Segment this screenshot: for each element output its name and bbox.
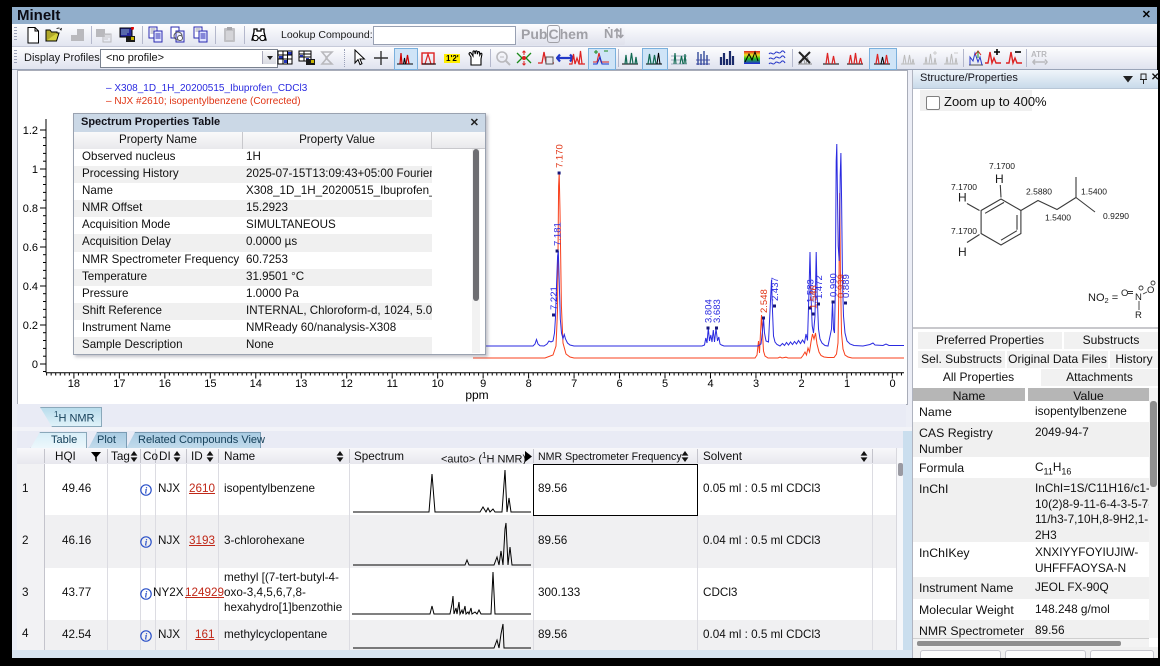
svg-text:0.4: 0.4: [23, 281, 38, 293]
svg-text:3.683: 3.683: [712, 299, 723, 323]
svg-text:1.5400: 1.5400: [1081, 187, 1107, 197]
svg-text:7.1700: 7.1700: [951, 226, 977, 236]
svg-text:0: 0: [32, 359, 38, 371]
svg-text:18: 18: [68, 378, 80, 390]
svg-text:12: 12: [341, 378, 353, 390]
svg-text:2.437: 2.437: [770, 277, 781, 301]
svg-text:1: 1: [32, 164, 38, 176]
svg-text:16: 16: [159, 378, 171, 390]
svg-text:0.889: 0.889: [841, 274, 852, 298]
svg-text:O: O: [1147, 285, 1154, 296]
svg-text:0.6: 0.6: [23, 242, 38, 254]
svg-text:4: 4: [708, 378, 714, 390]
svg-text:10: 10: [432, 378, 444, 390]
svg-text:0: 0: [889, 378, 895, 390]
svg-text:8: 8: [526, 378, 532, 390]
svg-text:– NJX #2610; isopentylbenzene: – NJX #2610; isopentylbenzene (Corrected…: [106, 96, 301, 107]
svg-text:3: 3: [753, 378, 759, 390]
svg-text:7.221: 7.221: [549, 286, 560, 310]
svg-text:0.9290: 0.9290: [1103, 211, 1129, 221]
svg-text:6: 6: [617, 378, 623, 390]
svg-text:O: O: [1121, 288, 1128, 299]
svg-text:1: 1: [844, 378, 850, 390]
svg-text:7.1700: 7.1700: [989, 161, 1015, 171]
svg-text:1.5400: 1.5400: [1045, 213, 1071, 223]
svg-text:i: i: [145, 537, 148, 547]
svg-text:2.548: 2.548: [759, 289, 770, 313]
svg-text:NO2 =: NO2 =: [1088, 292, 1118, 305]
svg-text:13: 13: [295, 378, 307, 390]
svg-text:7.170: 7.170: [555, 144, 566, 168]
svg-text:1.2: 1.2: [23, 125, 38, 137]
svg-text:15: 15: [204, 378, 216, 390]
svg-text:7: 7: [571, 378, 577, 390]
svg-text:R: R: [1135, 310, 1142, 321]
svg-text:2.5880: 2.5880: [1026, 187, 1052, 197]
svg-text:2: 2: [798, 378, 804, 390]
svg-text:ATR: ATR: [1031, 50, 1047, 59]
svg-text:H: H: [958, 245, 967, 259]
svg-text:i: i: [145, 589, 148, 599]
svg-text:ppm: ppm: [465, 388, 488, 402]
svg-text:0.8: 0.8: [23, 203, 38, 215]
svg-text:17: 17: [113, 378, 125, 390]
svg-text:H: H: [958, 191, 967, 205]
svg-text:5: 5: [662, 378, 668, 390]
svg-text:1'2': 1'2': [446, 54, 459, 63]
svg-text:– X308_1D_1H_20200515_Ibuprofe: – X308_1D_1H_20200515_Ibuprofen_CDCl3: [106, 83, 308, 94]
svg-text:11: 11: [387, 378, 398, 390]
svg-text:7.1700: 7.1700: [951, 182, 977, 192]
svg-text:1.472: 1.472: [814, 275, 825, 299]
svg-text:i: i: [145, 631, 148, 641]
svg-text:H: H: [995, 172, 1004, 186]
svg-text:0.2: 0.2: [23, 320, 38, 332]
svg-text:i: i: [145, 485, 148, 495]
svg-text:N: N: [1135, 292, 1142, 303]
svg-text:7.181: 7.181: [553, 222, 564, 246]
svg-text:14: 14: [250, 378, 262, 390]
